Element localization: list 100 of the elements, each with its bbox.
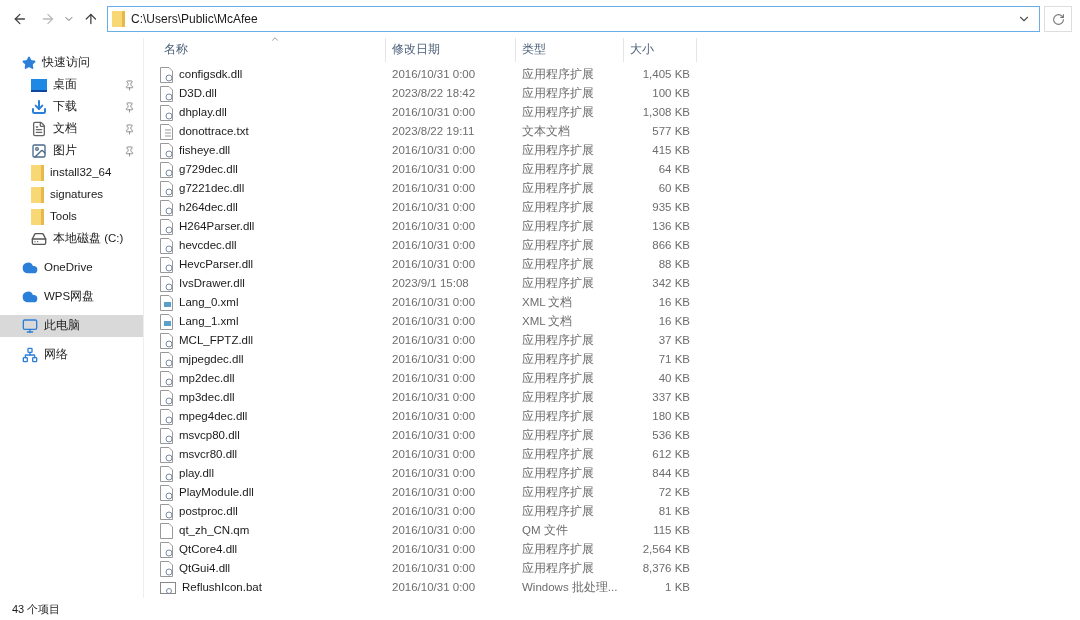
file-type: 应用程序扩展 xyxy=(521,180,595,196)
file-type: 应用程序扩展 xyxy=(521,389,595,405)
file-icon xyxy=(160,237,173,254)
sidebar-item[interactable]: signatures xyxy=(0,184,143,206)
file-type: 应用程序扩展 xyxy=(521,104,595,120)
pin-icon[interactable] xyxy=(124,145,135,157)
file-name[interactable]: HevcParser.dll xyxy=(179,255,254,274)
file-name[interactable]: postproc.dll xyxy=(179,502,238,521)
sidebar-item[interactable]: 本地磁盘 (C:) xyxy=(0,228,143,250)
column-header[interactable]: 大小 xyxy=(624,38,697,62)
file-name[interactable]: PlayModule.dll xyxy=(179,483,254,502)
sidebar-item[interactable]: 网络 xyxy=(0,344,143,366)
folder-icon xyxy=(31,187,44,203)
sidebar-item[interactable]: WPS网盘 xyxy=(0,286,143,308)
column-header[interactable]: 类型 xyxy=(516,38,624,62)
file-name[interactable]: MCL_FPTZ.dll xyxy=(179,331,254,350)
file-size: 64 KB xyxy=(657,161,691,177)
file-name[interactable]: hevcdec.dll xyxy=(179,236,237,255)
file-type: 应用程序扩展 xyxy=(521,237,595,253)
refresh-button[interactable] xyxy=(1044,6,1072,32)
modified-date: 2016/10/31 0:00 xyxy=(391,180,477,196)
back-icon[interactable] xyxy=(12,11,28,27)
file-name[interactable]: mpeg4dec.dll xyxy=(179,407,248,426)
drive-icon xyxy=(31,231,47,247)
file-name[interactable]: g729dec.dll xyxy=(179,160,238,179)
file-type: 应用程序扩展 xyxy=(521,465,595,481)
file-name[interactable]: H264Parser.dll xyxy=(179,217,255,236)
file-name[interactable]: fisheye.dll xyxy=(179,141,231,160)
folder-icon xyxy=(112,11,125,27)
file-name[interactable]: dhplay.dll xyxy=(179,103,227,122)
file-type: 应用程序扩展 xyxy=(521,275,595,291)
file-name[interactable]: QtGui4.dll xyxy=(179,559,231,578)
sidebar-item[interactable]: OneDrive xyxy=(0,257,143,279)
file-name[interactable]: donottrace.txt xyxy=(179,122,249,141)
file-name[interactable]: mp2dec.dll xyxy=(179,369,235,388)
computer-icon xyxy=(22,318,38,334)
modified-date: 2016/10/31 0:00 xyxy=(391,560,477,576)
file-name[interactable]: Lang_0.xml xyxy=(179,293,239,312)
sidebar-item[interactable]: 此电脑 xyxy=(0,315,143,337)
file-icon xyxy=(160,123,173,140)
file-size: 577 KB xyxy=(651,123,691,139)
sidebar-item[interactable]: 下载 xyxy=(0,96,143,118)
file-name[interactable]: mjpegdec.dll xyxy=(179,350,244,369)
file-name[interactable]: h264dec.dll xyxy=(179,198,238,217)
modified-date: 2016/10/31 0:00 xyxy=(391,446,477,462)
file-type: 应用程序扩展 xyxy=(521,199,595,215)
file-icon xyxy=(160,66,173,83)
file-name[interactable]: Lang_1.xml xyxy=(179,312,239,331)
file-name[interactable]: qt_zh_CN.qm xyxy=(179,521,250,540)
file-size: 88 KB xyxy=(657,256,691,272)
file-name[interactable]: msvcp80.dll xyxy=(179,426,240,445)
desktop-icon xyxy=(31,78,47,92)
file-type: 应用程序扩展 xyxy=(521,85,595,101)
modified-date: 2016/10/31 0:00 xyxy=(391,218,477,234)
sidebar-item[interactable]: 图片 xyxy=(0,140,143,162)
file-icon xyxy=(160,522,173,539)
file-name[interactable]: IvsDrawer.dll xyxy=(179,274,245,293)
sidebar-item[interactable]: install32_64 xyxy=(0,162,143,184)
modified-date: 2016/10/31 0:00 xyxy=(391,503,477,519)
file-type: 应用程序扩展 xyxy=(521,142,595,158)
file-type: 应用程序扩展 xyxy=(521,427,595,443)
file-type: 应用程序扩展 xyxy=(521,66,595,82)
file-type: 应用程序扩展 xyxy=(521,446,595,462)
file-name[interactable]: mp3dec.dll xyxy=(179,388,235,407)
file-name[interactable]: D3D.dll xyxy=(179,84,217,103)
picture-icon xyxy=(31,143,47,159)
file-icon xyxy=(160,275,173,292)
modified-date: 2016/10/31 0:00 xyxy=(391,66,477,82)
file-name[interactable]: g7221dec.dll xyxy=(179,179,245,198)
file-name[interactable]: QtCore4.dll xyxy=(179,540,238,559)
sidebar-item[interactable]: 桌面 xyxy=(0,74,143,96)
column-header[interactable]: 修改日期 xyxy=(386,38,516,62)
pin-icon[interactable] xyxy=(124,123,135,135)
pin-icon[interactable] xyxy=(124,79,135,91)
file-name[interactable]: ReflushIcon.bat xyxy=(182,578,262,597)
file-type: 应用程序扩展 xyxy=(521,541,595,557)
sidebar-item[interactable]: 文档 xyxy=(0,118,143,140)
modified-date: 2016/10/31 0:00 xyxy=(391,389,477,405)
file-size: 100 KB xyxy=(651,85,691,101)
file-name[interactable]: configsdk.dll xyxy=(179,65,243,84)
file-size: 1,308 KB xyxy=(641,104,691,120)
file-type: 应用程序扩展 xyxy=(521,332,595,348)
sort-ascending-icon xyxy=(270,34,280,44)
file-name[interactable]: play.dll xyxy=(179,464,214,483)
file-icon xyxy=(160,294,173,311)
pin-icon[interactable] xyxy=(124,101,135,113)
file-icon xyxy=(160,541,173,558)
file-icon xyxy=(160,104,173,121)
modified-date: 2016/10/31 0:00 xyxy=(391,104,477,120)
batch-file-icon xyxy=(160,580,176,595)
column-header[interactable]: 名称 xyxy=(154,38,386,62)
sidebar-item[interactable]: 快速访问 xyxy=(0,52,143,74)
modified-date: 2016/10/31 0:00 xyxy=(391,370,477,386)
address-bar[interactable]: C:\Users\Public\McAfee xyxy=(107,6,1041,32)
file-name[interactable]: msvcr80.dll xyxy=(179,445,238,464)
sidebar-item[interactable]: Tools xyxy=(0,206,143,228)
folder-icon xyxy=(31,165,44,181)
document-icon xyxy=(31,121,47,137)
file-icon xyxy=(160,408,173,425)
up-icon[interactable] xyxy=(83,11,99,27)
